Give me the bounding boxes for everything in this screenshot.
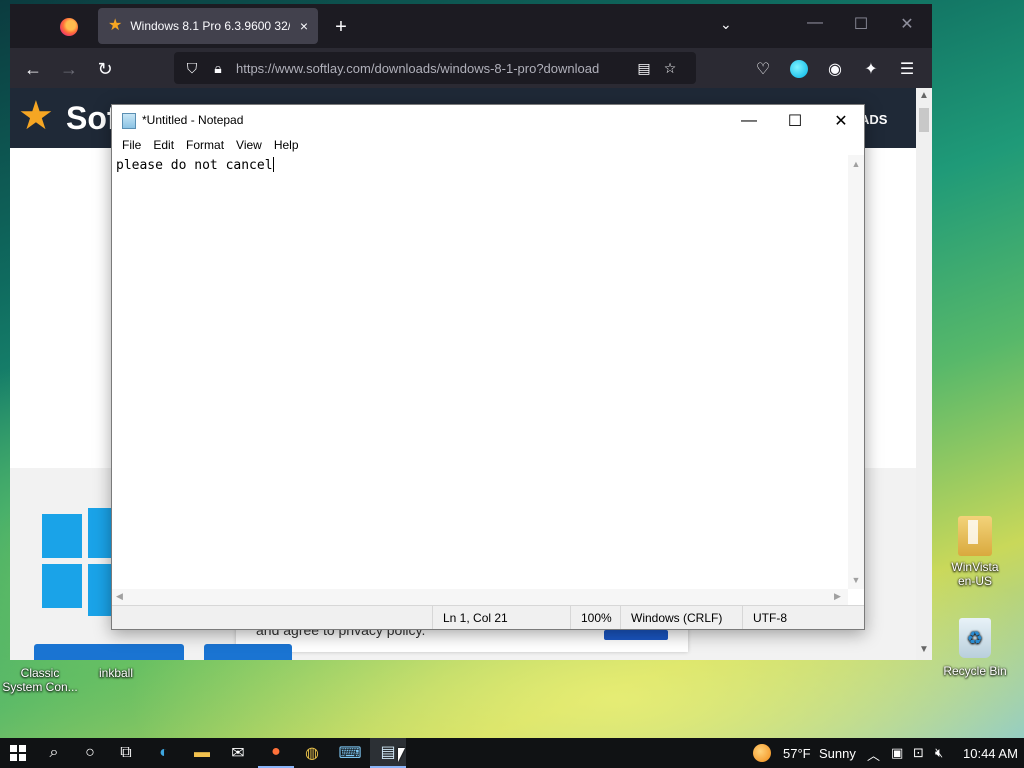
site-brand[interactable]: Sof xyxy=(66,100,118,137)
scroll-down-icon[interactable]: ▼ xyxy=(850,575,862,585)
desktop-icon-label: Classic System Con... xyxy=(2,666,78,694)
scroll-up-icon[interactable]: ▲ xyxy=(850,159,862,169)
clock[interactable]: 10:44 AM xyxy=(963,746,1018,761)
minimize-button[interactable]: — xyxy=(726,109,772,133)
desktop-icon-recycle-bin[interactable]: ♻ Recycle Bin xyxy=(935,618,1015,678)
volume-muted-icon[interactable]: 🔇︎ xyxy=(935,745,943,761)
forward-button[interactable]: → xyxy=(56,56,82,82)
desktop-icon-inkball[interactable]: inkball xyxy=(76,666,156,680)
maximize-button[interactable]: ☐ xyxy=(772,109,818,133)
list-all-tabs-button[interactable]: ⌄ xyxy=(720,16,732,33)
lock-icon[interactable]: 🔒︎ xyxy=(210,60,226,77)
desktop-icon-label: WinVista xyxy=(951,560,999,574)
tab-title: Windows 8.1 Pro 6.3.9600 32/64 xyxy=(130,19,291,33)
status-line-ending: Windows (CRLF) xyxy=(620,606,742,629)
folder-icon xyxy=(958,516,992,556)
mouse-cursor-icon xyxy=(398,748,405,762)
download-button[interactable] xyxy=(34,644,184,660)
url-bar[interactable]: ⛉ 🔒︎ https://www.softlay.com/downloads/w… xyxy=(174,52,696,84)
vertical-scrollbar[interactable]: ▲ ▼ xyxy=(848,155,864,589)
weather-description[interactable]: Sunny xyxy=(819,746,856,761)
firefox-icon xyxy=(60,18,78,36)
tab-close-button[interactable]: × xyxy=(300,18,308,34)
cookie-accept-button[interactable] xyxy=(604,630,668,640)
reload-button[interactable]: ↻ xyxy=(92,56,118,82)
menu-format[interactable]: Format xyxy=(180,135,230,155)
network-icon[interactable]: ⊡ xyxy=(913,745,924,761)
desktop-icon-label: en-US xyxy=(957,574,992,588)
scroll-up-icon[interactable]: ▲ xyxy=(918,90,930,101)
recycle-bin-icon: ♻ xyxy=(959,618,991,658)
scroll-right-icon[interactable]: ▶ xyxy=(834,591,841,602)
notepad-window: *Untitled - Notepad — ☐ ✕ File Edit Form… xyxy=(111,104,865,630)
desktop-icon-classic-system-control[interactable]: Classic System Con... xyxy=(0,666,80,694)
extension-icon xyxy=(790,60,808,78)
file-explorer-icon[interactable]: ▬ xyxy=(184,738,220,768)
windows-start-icon xyxy=(10,745,26,761)
pocket-icon[interactable]: ♡ xyxy=(750,56,776,82)
cortana-icon[interactable]: ○ xyxy=(72,738,108,768)
text-caret xyxy=(272,157,274,172)
star-icon: ★ xyxy=(108,17,123,34)
horizontal-scrollbar[interactable]: ◀ ▶ xyxy=(112,589,848,605)
taskbar: ⌕ ○ ⧉ ◐ ▬ ✉ ● ◍ ⌨ ▤ 57°F Sunny ︿ ▣ ⊡ 🔇︎ … xyxy=(0,738,1024,768)
mail-icon[interactable]: ✉ xyxy=(220,738,256,768)
sun-icon xyxy=(753,744,771,762)
menu-icon[interactable]: ☰ xyxy=(894,56,920,82)
bookmark-star-icon[interactable]: ☆ xyxy=(662,60,678,77)
menu-bar: File Edit Format View Help xyxy=(112,135,864,155)
meet-now-icon[interactable]: ▣ xyxy=(891,745,903,761)
firefox-view-button[interactable] xyxy=(56,14,82,40)
text-editor[interactable]: please do not cancel xyxy=(112,155,848,589)
edge-icon[interactable]: ◐ xyxy=(146,738,182,768)
reader-view-icon[interactable]: ▤ xyxy=(636,60,652,77)
secondary-button[interactable] xyxy=(204,644,292,660)
shield-icon[interactable]: ⛉ xyxy=(184,60,200,77)
url-text[interactable]: https://www.softlay.com/downloads/window… xyxy=(236,61,626,76)
keyboard-icon[interactable]: ⌨ xyxy=(332,738,368,768)
desktop-icon-label: Recycle Bin xyxy=(943,664,1007,678)
menu-help[interactable]: Help xyxy=(268,135,305,155)
account-icon[interactable]: ◉ xyxy=(822,56,848,82)
profile-extension-button[interactable] xyxy=(786,56,812,82)
weather-widget[interactable] xyxy=(744,738,780,768)
tab-windows-8-1[interactable]: ★ Windows 8.1 Pro 6.3.9600 32/64 × xyxy=(98,8,318,44)
desktop-icon-winvista[interactable]: WinVista en-US xyxy=(935,516,1015,588)
chevron-up-icon[interactable]: ︿ xyxy=(867,745,880,764)
status-zoom: 100% xyxy=(570,606,620,629)
close-button[interactable]: ✕ xyxy=(818,109,864,133)
chrome-icon[interactable]: ◍ xyxy=(294,738,330,768)
extensions-icon[interactable]: ✦ xyxy=(858,56,884,82)
menu-edit[interactable]: Edit xyxy=(147,135,180,155)
notepad-icon xyxy=(122,113,136,129)
window-title: *Untitled - Notepad xyxy=(142,113,244,127)
firefox-taskbar-icon[interactable]: ● xyxy=(258,738,294,768)
minimize-icon[interactable]: — xyxy=(800,14,830,32)
status-position: Ln 1, Col 21 xyxy=(432,606,570,629)
back-button[interactable]: ← xyxy=(20,56,46,82)
status-encoding: UTF-8 xyxy=(742,606,842,629)
search-icon[interactable]: ⌕ xyxy=(36,738,72,768)
maximize-icon[interactable]: ☐ xyxy=(846,14,876,34)
status-bar: Ln 1, Col 21 100% Windows (CRLF) UTF-8 xyxy=(112,605,864,629)
scroll-down-icon[interactable]: ▼ xyxy=(918,644,930,655)
desktop-icon-label: inkball xyxy=(98,666,134,680)
page-scrollbar[interactable]: ▲ ▼ xyxy=(916,88,932,660)
notepad-title-bar[interactable]: *Untitled - Notepad — ☐ ✕ xyxy=(112,105,864,135)
new-tab-button[interactable]: + xyxy=(328,14,354,40)
scroll-left-icon[interactable]: ◀ xyxy=(116,591,123,602)
menu-view[interactable]: View xyxy=(230,135,268,155)
navigation-toolbar: ← → ↻ ⛉ 🔒︎ https://www.softlay.com/downl… xyxy=(10,48,932,88)
editor-content[interactable]: please do not cancel xyxy=(116,158,273,173)
tab-bar: ★ Windows 8.1 Pro 6.3.9600 32/64 × + ⌄ —… xyxy=(10,4,932,48)
menu-file[interactable]: File xyxy=(116,135,147,155)
close-icon[interactable]: ✕ xyxy=(892,14,922,34)
task-view-icon[interactable]: ⧉ xyxy=(108,738,144,768)
site-logo-star-icon[interactable]: ★ xyxy=(18,96,54,136)
start-button[interactable] xyxy=(0,738,36,768)
weather-temperature[interactable]: 57°F xyxy=(783,746,811,761)
scrollbar-thumb[interactable] xyxy=(919,108,929,132)
